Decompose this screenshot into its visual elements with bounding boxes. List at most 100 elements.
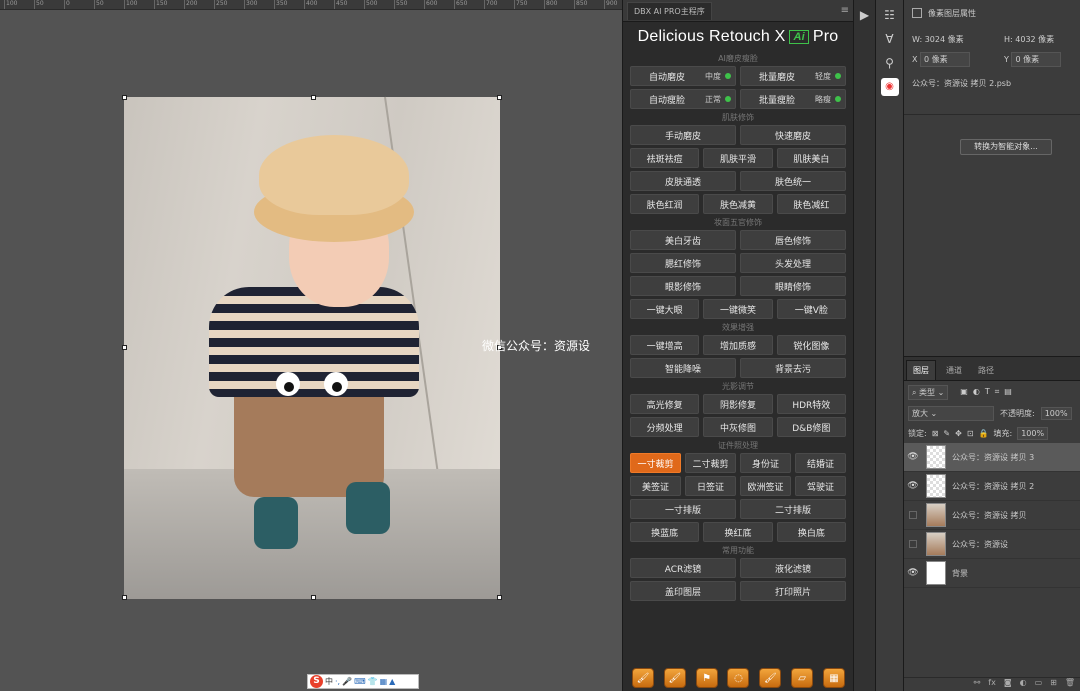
trash-icon[interactable]: 🗑 xyxy=(1065,678,1075,691)
feature-button[interactable]: 肌肤美白 xyxy=(776,148,846,168)
feature-button[interactable]: 液化滤镜 xyxy=(740,558,846,578)
brush-icon[interactable]: 🖌 xyxy=(631,668,654,688)
smart-filter-icon[interactable]: ▤ xyxy=(1004,387,1012,397)
feature-button[interactable]: 欧洲签证 xyxy=(740,476,791,496)
hamburger-icon[interactable]: ≡ xyxy=(841,5,849,16)
visibility-eye-icon[interactable]: 👁 xyxy=(904,452,922,462)
feature-button[interactable]: 一寸裁剪 xyxy=(630,453,681,473)
layer-row[interactable]: 公众号：资源设 xyxy=(904,530,1080,559)
image-filter-icon[interactable]: ▣ xyxy=(960,387,968,397)
tab-layers[interactable]: 图层 xyxy=(906,360,936,380)
layer-name[interactable]: 公众号：资源设 拷贝 2 xyxy=(952,481,1034,492)
feature-button[interactable]: 结婚证 xyxy=(795,453,846,473)
feature-button[interactable]: 美白牙齿 xyxy=(630,230,736,250)
transform-handle[interactable] xyxy=(311,595,316,600)
feature-button[interactable]: 美签证 xyxy=(630,476,681,496)
shape-filter-icon[interactable]: ⌗ xyxy=(995,387,1000,397)
feature-button[interactable]: 换蓝底 xyxy=(630,522,700,542)
feature-button[interactable]: 肌肤平滑 xyxy=(703,148,773,168)
layer-name[interactable]: 公众号：资源设 xyxy=(952,539,1008,550)
width-field[interactable]: W: 3024 像素 xyxy=(912,34,964,45)
transform-handle[interactable] xyxy=(311,95,316,100)
transform-handle[interactable] xyxy=(122,95,127,100)
feature-button[interactable]: 分频处理 xyxy=(630,417,700,437)
layer-name[interactable]: 公众号：资源设 拷贝 xyxy=(952,510,1027,521)
transform-handle[interactable] xyxy=(497,595,502,600)
height-value[interactable]: 4032 像素 xyxy=(1015,35,1054,44)
feature-button[interactable]: 一寸排版 xyxy=(630,499,736,519)
fx-icon[interactable]: fx xyxy=(988,678,996,691)
feature-button[interactable]: 二寸排版 xyxy=(740,499,846,519)
feature-button[interactable]: 中灰修图 xyxy=(703,417,773,437)
feature-button[interactable]: 智能降噪 xyxy=(630,358,736,378)
visibility-toggle[interactable] xyxy=(904,540,922,548)
visibility-eye-icon[interactable]: 👁 xyxy=(904,568,922,578)
feature-button[interactable]: 打印照片 xyxy=(740,581,846,601)
mask-icon[interactable]: ◙ xyxy=(1004,678,1012,691)
lock-move-icon[interactable]: ✥ xyxy=(955,429,962,438)
feature-button[interactable]: 锐化图像 xyxy=(776,335,846,355)
feature-button[interactable]: 身份证 xyxy=(740,453,791,473)
punctuation-icon[interactable]: ·, xyxy=(335,677,340,686)
lock-paint-icon[interactable]: ✎ xyxy=(943,429,950,438)
ime-toolbar[interactable]: S 中 ·, 🎤 ⌨ 👕 ▦ ▲ xyxy=(307,674,419,689)
fill-input[interactable]: 100% xyxy=(1017,426,1049,440)
keyboard-icon[interactable]: ⌨ xyxy=(354,677,366,686)
feature-button[interactable]: 头发处理 xyxy=(740,253,846,273)
feature-button[interactable]: 腮红修饰 xyxy=(630,253,736,273)
layer-name[interactable]: 背景 xyxy=(952,568,968,579)
lasso-icon[interactable]: ◌ xyxy=(727,668,750,688)
stamp-icon[interactable]: ⚑ xyxy=(695,668,718,688)
type-tool-icon[interactable]: Ɐ xyxy=(881,30,899,48)
grid-icon[interactable]: ▦ xyxy=(380,677,388,686)
feature-button[interactable]: 批量瘦脸 略瘦 xyxy=(740,89,846,109)
opacity-input[interactable]: 100% xyxy=(1040,406,1072,420)
group-icon[interactable]: ▭ xyxy=(1035,678,1043,691)
feature-button[interactable]: 二寸裁剪 xyxy=(685,453,736,473)
feature-button[interactable]: 换红底 xyxy=(703,522,773,542)
convert-smart-object-button[interactable]: 转换为智能对象... xyxy=(960,139,1052,155)
tab-paths[interactable]: 路径 xyxy=(972,361,1000,380)
feature-button[interactable]: HDR特效 xyxy=(776,394,846,414)
feature-button[interactable]: 一键大眼 xyxy=(630,299,700,319)
chip-icon[interactable]: ▦ xyxy=(822,668,845,688)
feature-button[interactable]: 一键增高 xyxy=(630,335,700,355)
layer-name[interactable]: 公众号：资源设 拷贝 3 xyxy=(952,452,1034,463)
x-input[interactable]: 0 像素 xyxy=(920,52,971,67)
link-icon[interactable]: ⚯ xyxy=(974,678,981,691)
feature-button[interactable]: 眼影修饰 xyxy=(630,276,736,296)
y-input[interactable]: 0 像素 xyxy=(1011,52,1062,67)
feature-button[interactable]: 手动磨皮 xyxy=(630,125,736,145)
layer-row[interactable]: 👁 公众号：资源设 拷贝 3 xyxy=(904,443,1080,472)
feature-button[interactable]: 皮肤通透 xyxy=(630,171,736,191)
arrow-icon[interactable]: ▲ xyxy=(389,677,395,686)
visibility-eye-icon[interactable]: 👁 xyxy=(904,481,922,491)
skin-icon[interactable]: 👕 xyxy=(368,677,378,686)
visibility-toggle[interactable] xyxy=(904,511,922,519)
lock-artboard-icon[interactable]: ⊡ xyxy=(967,429,974,438)
button-setting[interactable]: 正常 xyxy=(705,94,721,105)
layer-filter-select[interactable]: ⌕ 类型 ⌄ xyxy=(908,384,949,400)
height-field[interactable]: H: 4032 像素 xyxy=(1004,34,1054,45)
width-value[interactable]: 3024 像素 xyxy=(925,35,964,44)
feature-button[interactable]: D&B修图 xyxy=(776,417,846,437)
feature-button[interactable]: 一键V脸 xyxy=(776,299,846,319)
feature-button[interactable]: 肤色统一 xyxy=(740,171,846,191)
feature-button[interactable]: ACR滤镜 xyxy=(630,558,736,578)
adjustment-filter-icon[interactable]: ◐ xyxy=(973,387,980,397)
microphone-icon[interactable]: 🎤 xyxy=(342,677,352,686)
x-field[interactable]: X 0 像素 xyxy=(912,52,971,67)
feature-button[interactable]: 背景去污 xyxy=(740,358,846,378)
layer-row[interactable]: 👁 背景 xyxy=(904,559,1080,588)
ime-mode[interactable]: 中 xyxy=(325,676,333,687)
blend-mode-select[interactable]: 放大 ⌄ xyxy=(908,405,994,421)
feature-button[interactable]: 自动磨皮 中度 xyxy=(630,66,736,86)
brush-icon[interactable]: 🖌 xyxy=(663,668,686,688)
adjustment-icon[interactable]: ◐ xyxy=(1020,678,1027,691)
plugin-tab[interactable]: DBX AI PRO主程序 xyxy=(627,1,712,20)
feature-button[interactable]: 阴影修复 xyxy=(703,394,773,414)
transform-handle[interactable] xyxy=(497,95,502,100)
y-field[interactable]: Y 0 像素 xyxy=(1004,52,1062,67)
new-layer-icon[interactable]: ⊞ xyxy=(1050,678,1057,691)
feature-button[interactable]: 增加质感 xyxy=(703,335,773,355)
